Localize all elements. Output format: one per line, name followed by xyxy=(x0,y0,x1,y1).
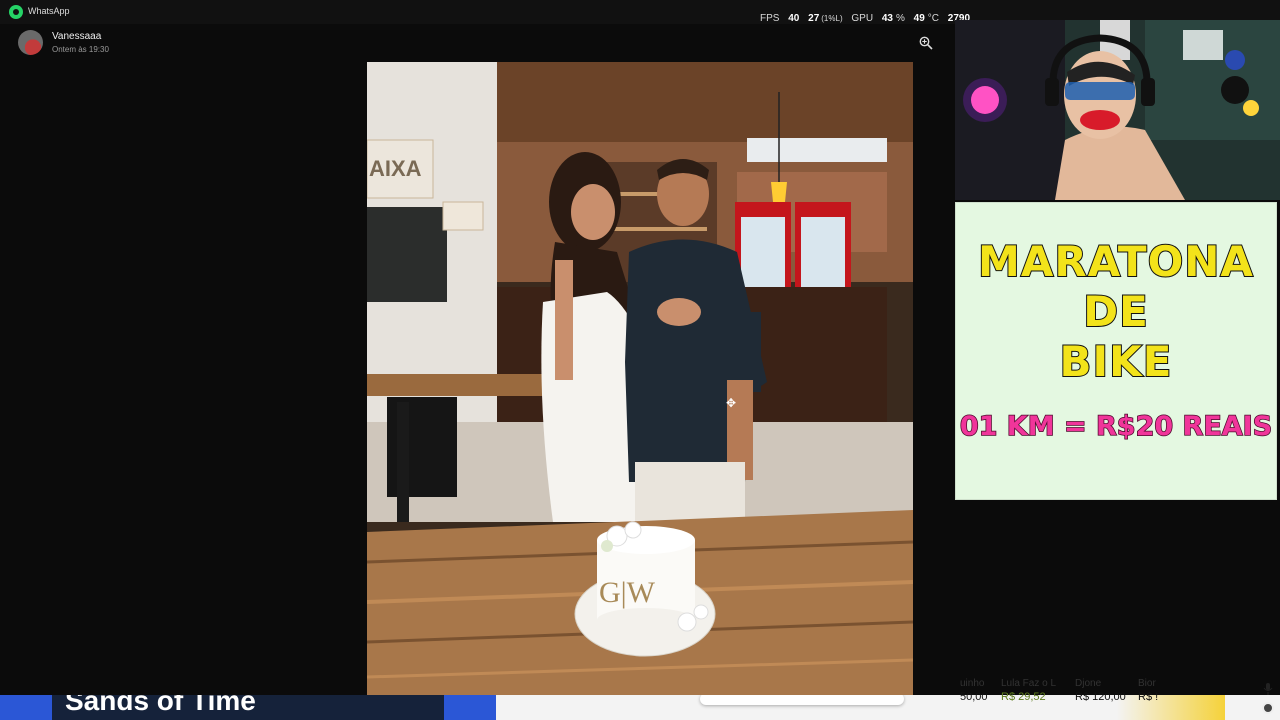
donation-amount: R$ ! xyxy=(1138,691,1159,703)
donation-amount: 50,00 xyxy=(960,691,988,703)
fps-value: 40 xyxy=(788,13,800,24)
gpu-temp: 49 xyxy=(913,13,925,24)
couple-photo: AIXA G|W xyxy=(367,62,913,695)
gpu-load: 43 xyxy=(881,13,893,24)
fps-low-label: (1%L) xyxy=(821,14,843,23)
app-title: WhatsApp xyxy=(28,6,70,16)
donation-item: Djone R$ 120,00 xyxy=(1075,678,1126,703)
donation-amount: R$ 120,00 xyxy=(1075,691,1126,703)
fps-label: FPS xyxy=(760,13,780,24)
banner-line-3: BIKE xyxy=(1059,336,1173,387)
ticker-accent-right xyxy=(444,695,496,720)
gpu-temp-unit: °C xyxy=(927,13,940,24)
movie-title: Sands of Time xyxy=(65,695,256,716)
streamer-webcam xyxy=(955,20,1280,200)
performance-overlay: FPS 40 27 (1%L) GPU 43% 49 °C 2790 xyxy=(760,13,976,24)
ticker-accent-left xyxy=(0,695,52,720)
fps-low-value: 27 xyxy=(808,13,820,24)
target-icon[interactable] xyxy=(1262,702,1274,714)
bike-marathon-banner: MARATONA DE BIKE 01 KM = R$20 REAIS xyxy=(955,202,1277,500)
zoom-in-icon[interactable] xyxy=(919,36,933,50)
donation-item: uinho 50,00 xyxy=(960,678,988,703)
donation-amount: R$ 29,52 xyxy=(1001,691,1046,703)
contact-avatar[interactable] xyxy=(18,30,43,55)
gpu-load-unit: % xyxy=(895,13,905,24)
message-timestamp: Ontem às 19:30 xyxy=(52,45,109,54)
banner-price: 01 KM = R$20 REAIS xyxy=(959,410,1273,443)
banner-line-2: DE xyxy=(1082,286,1149,337)
move-cursor-icon: ✥ xyxy=(726,396,737,410)
cafe-sign: AIXA xyxy=(369,156,422,181)
donor-name: Bior xyxy=(1138,678,1156,689)
donation-item: Bior R$ ! xyxy=(1138,678,1158,703)
whatsapp-icon xyxy=(9,5,23,19)
photo-viewer-image[interactable]: AIXA G|W xyxy=(367,62,913,695)
banner-line-1: MARATONA xyxy=(977,236,1254,287)
donor-name: uinho xyxy=(960,678,985,689)
donor-name: Djone xyxy=(1075,678,1102,689)
donation-item: Lula Faz o L R$ 29,52 xyxy=(1001,678,1056,703)
contact-name[interactable]: Vanessaaa xyxy=(52,31,101,42)
taskbar-pill[interactable] xyxy=(700,695,904,705)
microphone-icon[interactable] xyxy=(1262,683,1274,695)
gpu-label: GPU xyxy=(851,13,874,24)
cake-monogram: G|W xyxy=(599,576,656,609)
donor-name: Lula Faz o L xyxy=(1001,678,1057,689)
